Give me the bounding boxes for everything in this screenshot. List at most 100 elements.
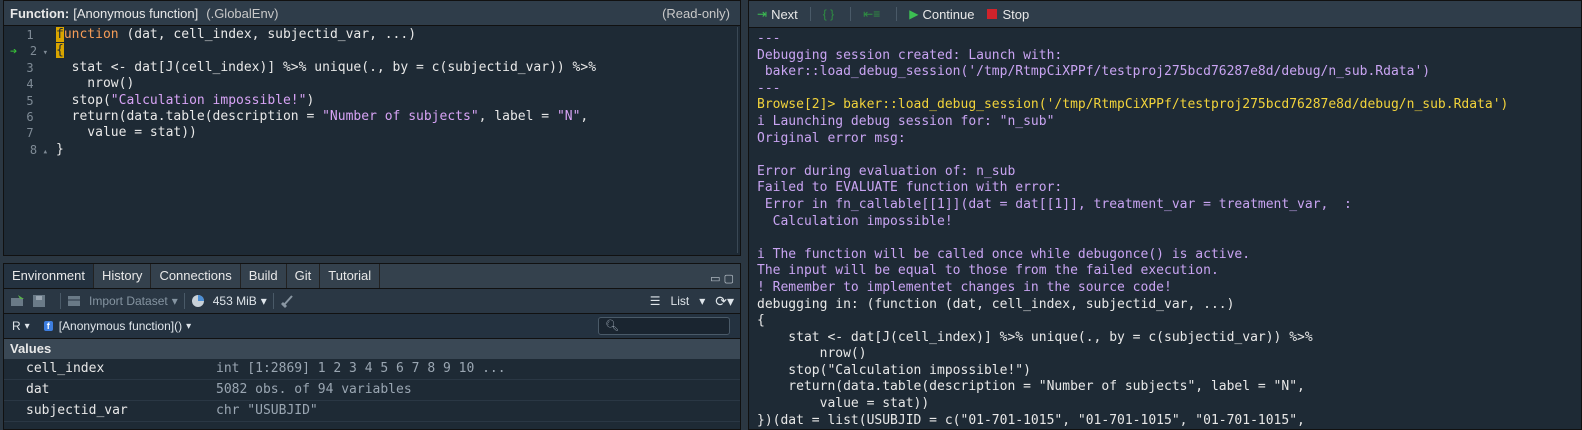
console-line: --- — [757, 31, 781, 46]
console-line: Debugging session created: Launch with: — [757, 47, 1063, 63]
load-workspace-icon[interactable] — [10, 294, 26, 308]
code-token: { — [56, 43, 64, 59]
code-line[interactable]: 5 stop("Calculation impossible!") — [4, 93, 740, 109]
tab-history[interactable]: History — [94, 264, 152, 288]
toolbar-divider — [809, 7, 811, 21]
margin-line — [737, 27, 738, 253]
line-number: 3 — [4, 60, 48, 76]
environment-pane: Environment History Connections Build Gi… — [3, 263, 741, 430]
code-token: ) — [306, 92, 315, 108]
code-line[interactable]: 6 return(data.table(description = "Numbe… — [4, 109, 740, 125]
code-text: } — [56, 142, 64, 158]
code-line[interactable]: 8 ▴} — [4, 142, 740, 158]
toolbar-divider — [183, 293, 185, 309]
code-text: { — [56, 43, 64, 59]
code-text: return(data.table(description = "Number … — [56, 108, 589, 125]
console-line: --- — [757, 80, 781, 96]
stop-label: Stop — [1002, 6, 1030, 22]
continue-button[interactable]: ▶ Continue — [909, 7, 974, 22]
current-line-arrow-icon: ➔ — [10, 44, 18, 59]
console-output[interactable]: --- Debugging session created: Launch wit… — [757, 31, 1581, 429]
variable-value: 5082 obs. of 94 variables — [216, 382, 412, 397]
line-number-text: 3 — [26, 60, 34, 75]
memory-dropdown-icon[interactable]: ▾ — [261, 294, 267, 308]
code-line[interactable]: 4 nrow() — [4, 76, 740, 92]
variable-name: subjectid_var — [26, 403, 128, 418]
console-line: { — [757, 313, 765, 329]
scope-dropdown-icon[interactable]: ▾ — [186, 321, 191, 332]
console-line: i The function will be called once while… — [757, 246, 1251, 262]
line-number-text: 4 — [26, 77, 34, 92]
values-list: cell_index int [1:2869] 1 2 3 4 5 6 7 8 9… — [4, 359, 740, 422]
environment-search-input[interactable]: 🔍︎ — [598, 317, 730, 335]
broom-icon[interactable] — [280, 294, 296, 308]
value-row[interactable]: cell_index int [1:2869] 1 2 3 4 5 6 7 8 9… — [4, 359, 740, 380]
tab-build[interactable]: Build — [241, 264, 287, 288]
view-mode-button[interactable]: List — [671, 294, 690, 308]
next-button[interactable]: ⇥ Next — [757, 7, 798, 22]
tab-connections[interactable]: Connections — [151, 264, 241, 288]
stop-button[interactable]: Stop — [986, 6, 1030, 22]
console-pane[interactable]: ⇥ Next { } ⇤≡ ▶ Continue Stop --- Debugging… — [748, 0, 1582, 430]
code-token: , — [580, 108, 589, 124]
step-into-button[interactable]: { } — [823, 7, 838, 21]
console-line: baker::load_debug_session('/tmp/RtmpCiXP… — [757, 64, 1431, 80]
save-workspace-icon[interactable] — [32, 294, 48, 308]
code-text: nrow() — [56, 76, 134, 92]
list-view-icon[interactable]: ☰ — [650, 294, 661, 308]
code-line[interactable]: 1 function (dat, cell_index, subjectid_v… — [4, 27, 740, 43]
code-line[interactable]: 7 value = stat)) — [4, 125, 740, 141]
code-text: stop("Calculation impossible!") — [56, 92, 315, 109]
code-token: stat <- dat[J(cell_index)] %>% unique(.,… — [56, 59, 597, 75]
next-label: Next — [771, 6, 798, 22]
value-row[interactable]: dat 5082 obs. of 94 variables — [4, 380, 740, 401]
continue-icon: ▶ — [909, 7, 919, 21]
variable-value: int [1:2869] 1 2 3 4 5 6 7 8 9 10 ... — [216, 361, 506, 376]
code-token: return(data.table(description = — [56, 108, 323, 124]
line-number: 1 — [4, 27, 48, 43]
language-selector[interactable]: R — [12, 319, 21, 333]
refresh-icon[interactable]: ⟳▾ — [715, 293, 734, 310]
code-text: function (dat, cell_index, subjectid_var… — [56, 27, 416, 43]
memory-usage[interactable]: 453 MiB — [213, 294, 257, 308]
value-row[interactable]: subjectid_var chr "USUBJID" — [4, 401, 740, 422]
code-token: "Calculation impossible!" — [110, 92, 307, 108]
code-text: value = stat)) — [56, 125, 197, 141]
tab-tutorial[interactable]: Tutorial — [320, 264, 381, 288]
function-label: Function: — [10, 5, 70, 21]
code-line[interactable]: ➔ 2 ▾{ — [4, 43, 740, 59]
view-dropdown-icon[interactable]: ▾ — [699, 294, 705, 308]
tab-environment[interactable]: Environment — [4, 264, 94, 288]
scope-selector[interactable]: [Anonymous function]() — [59, 319, 182, 333]
toolbar-divider — [60, 293, 61, 309]
code-token: value = stat)) — [56, 125, 197, 141]
toolbar-divider — [896, 7, 898, 21]
console-line: stop("Calculation impossible!") — [757, 362, 1031, 378]
function-viewer-header: Function: [Anonymous function] (.GlobalE… — [4, 1, 740, 26]
import-dataset-icon[interactable] — [67, 294, 83, 308]
import-dataset-button[interactable]: Import Dataset — [89, 294, 168, 308]
code-token: "N" — [556, 108, 581, 124]
line-number-text: 7 — [26, 126, 34, 141]
import-dropdown-icon[interactable]: ▾ — [172, 294, 178, 308]
environment-toolbar: Import Dataset ▾ 453 MiB ▾ ☰ List ▾ ⟳▾ — [4, 289, 740, 314]
code-line[interactable]: 3 stat <- dat[J(cell_index)] %>% unique(… — [4, 60, 740, 76]
pane-minmax-icon[interactable]: ▭ ▢ — [710, 272, 734, 285]
language-dropdown-icon[interactable]: ▾ — [25, 321, 30, 332]
console-line: Error during evaluation of: n_sub — [757, 163, 1016, 179]
code-area[interactable]: 1 function (dat, cell_index, subjectid_v… — [4, 27, 740, 255]
fold-icon[interactable]: ▾ — [37, 48, 48, 58]
console-line: Calculation impossible! — [757, 213, 953, 229]
stop-icon — [986, 9, 997, 19]
values-header: Values — [4, 339, 740, 359]
tab-git[interactable]: Git — [287, 264, 321, 288]
toolbar-divider — [850, 7, 852, 21]
line-number: 4 — [4, 76, 48, 92]
fold-icon[interactable]: ▴ — [37, 147, 48, 157]
variable-name: cell_index — [26, 361, 105, 376]
console-line: Failed to EVALUATE function with error: — [757, 180, 1063, 196]
finish-button[interactable]: ⇤≡ — [863, 7, 884, 21]
continue-label: Continue — [922, 6, 975, 22]
console-line: ! Remember to implementet changes in the… — [757, 279, 1172, 295]
